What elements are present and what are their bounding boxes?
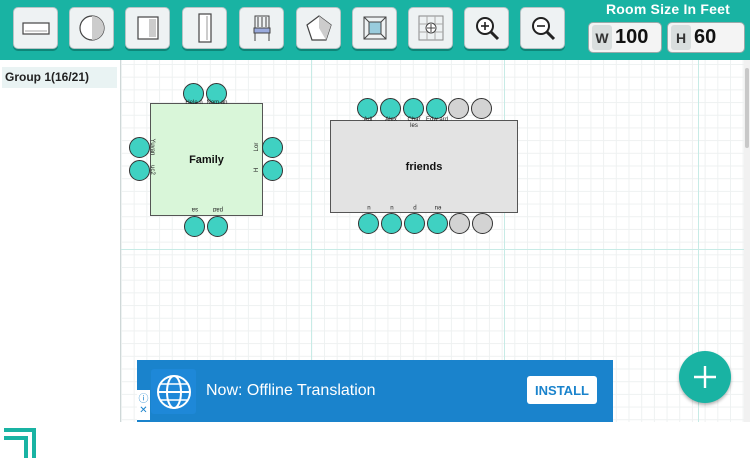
vertical-scrollbar[interactable] [744,60,750,422]
seat-label: pad [213,206,224,212]
fit-screen-button[interactable] [352,7,397,49]
zoom-out-button[interactable] [520,7,565,49]
scrollbar-thumb[interactable] [745,68,749,148]
seat[interactable] [426,98,447,119]
height-prefix: H [671,25,691,50]
seat[interactable] [448,98,469,119]
ad-close-icon[interactable]: ✕ [137,405,150,416]
width-value: 100 [615,26,649,48]
grid-guide [121,249,750,250]
ad-info-panel: ⓘ ✕ [137,390,150,420]
seat[interactable] [262,137,283,158]
seat[interactable] [449,213,470,234]
add-button[interactable] [679,351,731,403]
seat[interactable] [403,98,424,119]
seat[interactable] [262,160,283,181]
group-list-item[interactable]: Group 1(16/21) [2,67,117,88]
ad-banner[interactable]: Now: Offline Translation INSTALL ⓘ ✕ [137,360,613,422]
height-value: 60 [694,26,717,48]
seat-label: u [367,204,371,210]
seat[interactable] [129,137,150,158]
room-width-field[interactable]: W 100 [588,22,662,53]
friends-table[interactable]: friends [330,120,518,213]
ad-app-icon [151,369,196,414]
seat[interactable] [381,213,402,234]
seat[interactable] [207,216,228,237]
rect-table-tool-button[interactable] [13,7,58,49]
seat-label: Alex [385,117,397,123]
seat-label: sa [191,206,199,212]
group-sidebar: Group 1(16/21) [0,60,121,458]
round-table-tool-icon [78,15,105,41]
ad-text: Now: Offline Translation [206,382,376,399]
square-table-tool-icon [136,16,159,40]
ad-install-button[interactable]: INSTALL [527,376,597,404]
seat-label: Char les [407,117,421,129]
seat-label: H [254,167,260,173]
pentagon-tool-button[interactable] [296,7,341,49]
seat[interactable] [472,213,493,234]
rect-table-tool-icon [21,22,50,35]
family-table[interactable]: Family [150,103,263,216]
friends-table-name: friends [405,160,443,173]
long-table-tool-icon [197,13,212,43]
seat-label: Edw ard [426,117,449,123]
grid-center-icon [418,15,443,41]
ad-info-icon[interactable]: ⓘ [137,390,150,405]
seat-label: p [413,204,417,210]
seat-label: Hele n [185,100,203,106]
plus-icon [694,366,716,388]
fit-screen-icon [363,16,386,40]
grid-center-button[interactable] [408,7,453,49]
seat[interactable] [357,98,378,119]
chair-tool-icon [253,15,270,41]
seat[interactable] [404,213,425,234]
room-size-title: Room Size In Feet [606,1,730,17]
long-table-tool-button[interactable] [182,7,227,49]
seat-label: Nom an [206,100,228,106]
seat-label: uc2 [149,165,155,175]
collapse-corner-icon[interactable] [2,424,36,458]
globe-icon [156,374,191,409]
zoom-in-icon [475,17,499,41]
family-table-name: Family [189,153,224,166]
zoom-in-button[interactable] [464,7,509,49]
seat[interactable] [358,213,379,234]
seat-label: Adi [363,117,373,123]
round-table-tool-button[interactable] [69,7,114,49]
seat[interactable] [427,213,448,234]
seat[interactable] [380,98,401,119]
seat[interactable] [129,160,150,181]
seat[interactable] [471,98,492,119]
width-prefix: W [592,25,612,50]
chair-tool-button[interactable] [239,7,284,49]
seat-label: eu [434,204,442,210]
seat-label: Yuvan [149,138,155,156]
room-height-field[interactable]: H 60 [667,22,745,53]
seat[interactable] [184,216,205,237]
top-toolbar: Room Size In Feet W 100 H 60 [0,0,750,60]
square-table-tool-button[interactable] [125,7,170,49]
pentagon-tool-icon [305,15,332,41]
seat-label: u [390,204,394,210]
zoom-out-icon [531,17,555,41]
seat-label: Lor [254,142,260,152]
